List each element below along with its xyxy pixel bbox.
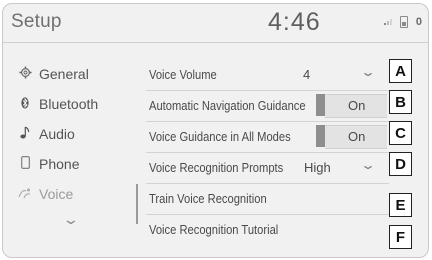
callout-c: C	[389, 121, 412, 145]
setup-screen: Setup 4:46 0 General Bluetooth Audio Pho…	[2, 3, 429, 258]
phone-icon	[11, 156, 39, 172]
row-label: Train Voice Recognition	[149, 191, 267, 206]
callout-e: E	[389, 193, 412, 217]
status-badge: 0	[415, 16, 422, 28]
toggle-state: On	[348, 98, 366, 113]
gear-icon	[11, 66, 39, 82]
sidebar-item-general[interactable]: General	[3, 59, 138, 89]
sidebar-item-bluetooth[interactable]: Bluetooth	[3, 89, 138, 119]
voice-recognition-tutorial-row[interactable]: Voice Recognition Tutorial	[146, 214, 389, 245]
sidebar-item-label: Phone	[39, 156, 80, 172]
sidebar-item-label: General	[39, 66, 89, 82]
page-title: Setup	[11, 11, 62, 32]
voice-guidance-all-modes-row[interactable]: Voice Guidance in All Modes On	[146, 121, 389, 152]
chevron-down-icon[interactable]: ⌄	[360, 158, 376, 172]
phone-battery-icon	[399, 16, 408, 28]
sidebar-item-label: Bluetooth	[39, 96, 99, 112]
train-voice-recognition-row[interactable]: Train Voice Recognition	[146, 183, 389, 214]
row-label: Voice Recognition Tutorial	[149, 222, 279, 237]
callout-d: D	[389, 152, 412, 176]
bluetooth-icon	[11, 96, 39, 112]
toggle-state: On	[348, 129, 366, 144]
callout-a: A	[389, 59, 412, 83]
sidebar-item-voice[interactable]: Voice	[3, 179, 138, 209]
music-note-icon	[11, 126, 39, 142]
callout-f: F	[389, 225, 412, 249]
selection-indicator	[136, 184, 138, 224]
prompts-value: High	[304, 160, 331, 175]
row-label: Voice Guidance in All Modes	[149, 129, 291, 144]
chevron-down-icon[interactable]: ⌄	[360, 65, 376, 79]
sidebar-item-phone[interactable]: Phone	[3, 149, 138, 179]
toggle-indicator	[316, 94, 325, 116]
clock: 4:46	[268, 8, 321, 36]
header-bar: Setup 4:46 0	[3, 4, 428, 42]
signal-icon	[383, 17, 392, 27]
callout-b: B	[389, 90, 412, 114]
auto-nav-guidance-row[interactable]: Automatic Navigation Guidance On	[146, 90, 389, 121]
sidebar-item-label: Audio	[39, 126, 75, 142]
row-label: Automatic Navigation Guidance	[149, 98, 306, 113]
voice-icon	[11, 187, 39, 202]
voice-volume-row[interactable]: Voice Volume 4 ⌄	[146, 59, 389, 90]
chevron-down-icon[interactable]: ⌄	[62, 211, 80, 228]
voice-recognition-prompts-row[interactable]: Voice Recognition Prompts High ⌄	[146, 152, 389, 183]
voice-volume-value: 4	[303, 67, 311, 82]
sidebar-item-audio[interactable]: Audio	[3, 119, 138, 149]
toggle-indicator	[316, 125, 325, 147]
row-label: Voice Recognition Prompts	[149, 160, 284, 175]
header-divider	[3, 42, 428, 43]
row-label: Voice Volume	[149, 67, 217, 82]
sidebar-item-label: Voice	[39, 186, 74, 202]
status-icons: 0	[383, 16, 422, 28]
